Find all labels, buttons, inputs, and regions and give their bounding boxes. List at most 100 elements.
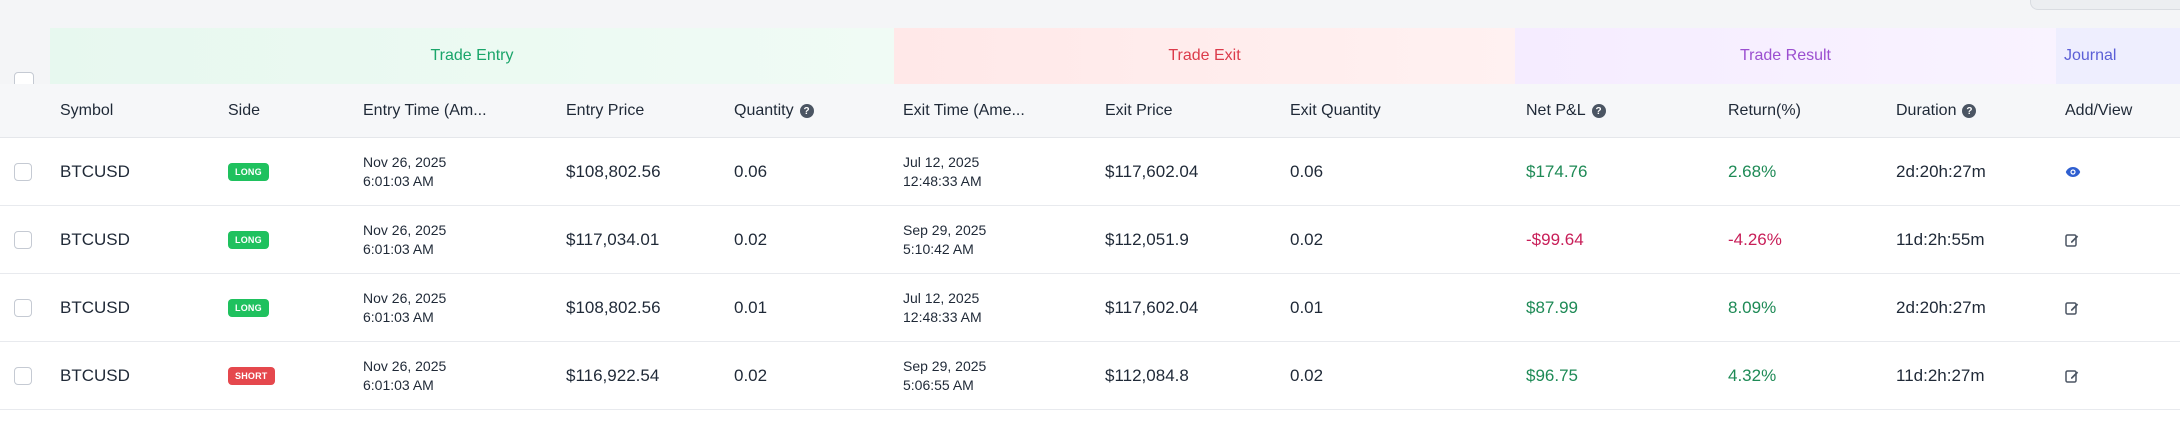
cell-exit-quantity: 0.06 bbox=[1290, 162, 1324, 181]
group-trade-entry: Trade Entry bbox=[50, 28, 894, 84]
top-toolbar-strip bbox=[0, 0, 2180, 28]
exit-date: Sep 29, 2025 bbox=[903, 358, 987, 374]
header-entry-time[interactable]: Entry Time (Am... bbox=[363, 84, 487, 138]
cell-duration: 2d:20h:27m bbox=[1896, 298, 1986, 317]
cell-entry-time: Nov 26, 2025 6:01:03 AM bbox=[363, 138, 446, 206]
header-quantity[interactable]: Quantity ? bbox=[734, 84, 814, 138]
cell-exit-time: Jul 12, 2025 12:48:33 AM bbox=[903, 274, 982, 342]
row-checkbox[interactable] bbox=[14, 163, 32, 181]
cell-symbol: BTCUSD bbox=[60, 298, 130, 317]
cell-exit-quantity: 0.02 bbox=[1290, 366, 1324, 385]
side-badge: SHORT bbox=[228, 367, 275, 385]
cell-side: LONG bbox=[228, 138, 269, 206]
cell-exit-quantity: 0.01 bbox=[1290, 298, 1324, 317]
cell-net-pnl: $96.75 bbox=[1526, 366, 1578, 385]
group-trade-result: Trade Result bbox=[1515, 28, 2056, 84]
exit-clock: 12:48:33 AM bbox=[903, 309, 982, 325]
cell-exit-price: $117,602.04 bbox=[1105, 298, 1199, 317]
header-quantity-label: Quantity bbox=[734, 102, 794, 119]
exit-date: Jul 12, 2025 bbox=[903, 154, 980, 170]
cell-quantity: 0.01 bbox=[734, 298, 768, 317]
header-exit-time[interactable]: Exit Time (Ame... bbox=[903, 84, 1025, 138]
row-checkbox-cell bbox=[14, 274, 32, 342]
cell-exit-price: $117,602.04 bbox=[1105, 162, 1199, 181]
cell-net-pnl: $174.76 bbox=[1526, 162, 1588, 181]
entry-clock: 6:01:03 AM bbox=[363, 377, 434, 393]
cell-exit-time: Sep 29, 2025 5:10:42 AM bbox=[903, 206, 986, 274]
question-circle-icon[interactable]: ? bbox=[799, 104, 814, 118]
cell-duration: 2d:20h:27m bbox=[1896, 162, 1986, 181]
cell-side: SHORT bbox=[228, 342, 275, 410]
cell-return: 2.68% bbox=[1728, 162, 1777, 181]
table-row[interactable]: BTCUSD SHORT Nov 26, 2025 6:01:03 AM $11… bbox=[0, 342, 2180, 410]
group-trade-exit: Trade Exit bbox=[894, 28, 1515, 84]
entry-date: Nov 26, 2025 bbox=[363, 222, 447, 238]
edit-icon[interactable] bbox=[2065, 342, 2079, 410]
header-duration[interactable]: Duration ? bbox=[1896, 84, 1977, 138]
table-row[interactable]: BTCUSD LONG Nov 26, 2025 6:01:03 AM $117… bbox=[0, 206, 2180, 274]
cell-entry-price: $116,922.54 bbox=[566, 366, 660, 385]
cell-quantity: 0.02 bbox=[734, 366, 768, 385]
entry-clock: 6:01:03 AM bbox=[363, 309, 434, 325]
edit-icon[interactable] bbox=[2065, 274, 2079, 342]
entry-date: Nov 26, 2025 bbox=[363, 358, 447, 374]
cell-exit-quantity: 0.02 bbox=[1290, 230, 1324, 249]
exit-clock: 5:06:55 AM bbox=[903, 377, 974, 393]
row-checkbox[interactable] bbox=[14, 231, 32, 249]
header-duration-label: Duration bbox=[1896, 102, 1957, 119]
column-group-header: Trade Entry Trade Exit Trade Result Jour… bbox=[0, 28, 2180, 84]
cell-quantity: 0.06 bbox=[734, 162, 768, 181]
header-symbol[interactable]: Symbol bbox=[60, 84, 113, 138]
group-journal: Journal bbox=[2056, 28, 2180, 84]
cell-return: 4.32% bbox=[1728, 366, 1777, 385]
eye-icon[interactable] bbox=[2065, 138, 2081, 206]
exit-date: Jul 12, 2025 bbox=[903, 290, 980, 306]
exit-clock: 5:10:42 AM bbox=[903, 241, 974, 257]
entry-date: Nov 26, 2025 bbox=[363, 290, 447, 306]
header-exit-price[interactable]: Exit Price bbox=[1105, 84, 1173, 138]
cell-duration: 11d:2h:55m bbox=[1896, 230, 1985, 249]
header-entry-price[interactable]: Entry Price bbox=[566, 84, 644, 138]
row-checkbox-cell bbox=[14, 342, 32, 410]
table-row[interactable]: BTCUSD LONG Nov 26, 2025 6:01:03 AM $108… bbox=[0, 274, 2180, 342]
cell-entry-price: $117,034.01 bbox=[566, 230, 660, 249]
edit-icon[interactable] bbox=[2065, 206, 2079, 274]
cell-entry-time: Nov 26, 2025 6:01:03 AM bbox=[363, 342, 446, 410]
entry-date: Nov 26, 2025 bbox=[363, 154, 447, 170]
question-circle-icon[interactable]: ? bbox=[1962, 104, 1977, 118]
header-net-pnl-label: Net P&L bbox=[1526, 102, 1586, 119]
header-net-pnl[interactable]: Net P&L ? bbox=[1526, 84, 1606, 138]
row-checkbox[interactable] bbox=[14, 367, 32, 385]
question-circle-icon[interactable]: ? bbox=[1591, 104, 1606, 118]
cell-exit-price: $112,051.9 bbox=[1105, 230, 1189, 249]
cell-return: -4.26% bbox=[1728, 230, 1782, 249]
table-row[interactable]: BTCUSD LONG Nov 26, 2025 6:01:03 AM $108… bbox=[0, 138, 2180, 206]
exit-date: Sep 29, 2025 bbox=[903, 222, 987, 238]
header-journal: Add/View bbox=[2065, 102, 2133, 119]
cell-return: 8.09% bbox=[1728, 298, 1777, 317]
cell-net-pnl: $87.99 bbox=[1526, 298, 1578, 317]
cell-entry-time: Nov 26, 2025 6:01:03 AM bbox=[363, 206, 446, 274]
cell-duration: 11d:2h:27m bbox=[1896, 366, 1985, 385]
header-return[interactable]: Return(%) bbox=[1728, 84, 1801, 138]
exit-clock: 12:48:33 AM bbox=[903, 173, 982, 189]
side-badge: LONG bbox=[228, 299, 269, 317]
cell-entry-price: $108,802.56 bbox=[566, 162, 661, 181]
header-side[interactable]: Side bbox=[228, 84, 260, 138]
row-checkbox-cell bbox=[14, 138, 32, 206]
cell-side: LONG bbox=[228, 206, 269, 274]
table-header-row: Symbol Side Entry Time (Am... Entry Pric… bbox=[0, 84, 2180, 138]
header-exit-quantity[interactable]: Exit Quantity bbox=[1290, 84, 1381, 138]
cell-net-pnl: -$99.64 bbox=[1526, 230, 1584, 249]
cell-exit-time: Jul 12, 2025 12:48:33 AM bbox=[903, 138, 982, 206]
row-checkbox-cell bbox=[14, 206, 32, 274]
entry-clock: 6:01:03 AM bbox=[363, 241, 434, 257]
cell-exit-price: $112,084.8 bbox=[1105, 366, 1189, 385]
row-checkbox[interactable] bbox=[14, 299, 32, 317]
side-badge: LONG bbox=[228, 231, 269, 249]
cell-entry-time: Nov 26, 2025 6:01:03 AM bbox=[363, 274, 446, 342]
cell-quantity: 0.02 bbox=[734, 230, 768, 249]
cell-symbol: BTCUSD bbox=[60, 162, 130, 181]
entry-clock: 6:01:03 AM bbox=[363, 173, 434, 189]
toolbar-button[interactable] bbox=[2030, 0, 2180, 10]
